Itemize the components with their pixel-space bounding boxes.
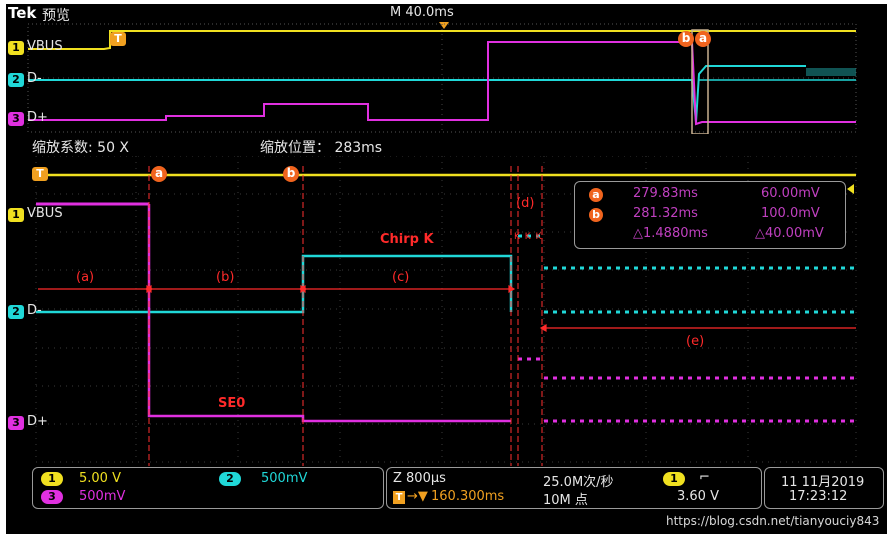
readout-b-volt: 100.0mV [761,206,820,221]
main-cursor-a-badge[interactable]: a [151,166,167,182]
footer-ch3-scale: 500mV [79,489,126,504]
overview-trigger-badge[interactable]: T [110,32,126,46]
main-ch3-burst [518,357,856,423]
annotation-k-marks: K K K [514,232,543,242]
footer-ch1-badge: 1 [41,472,63,486]
trigger-slope-icon: ⌐ [699,470,710,485]
overview-ch1-label: VBUS [27,39,63,54]
annotation-d: (d) [516,196,535,211]
zoom-factor-label: 缩放系数: 50 X [32,140,130,156]
footer-ch2-scale: 500mV [261,471,308,486]
overview-cursor-a-badge[interactable]: a [695,31,711,47]
readout-cursor-a-badge: a [589,188,603,202]
channel-scale-panel[interactable]: 1 5.00 V 2 500mV 3 500mV [32,467,384,509]
trigger-offset-arrow: →▼ [407,489,428,504]
cursor-readout-panel[interactable]: a 279.83ms 60.00mV b 281.32ms 100.0mV △1… [574,181,846,249]
readout-b-time: 281.32ms [633,206,698,221]
annotation-b: (b) [216,270,235,285]
tek-logo: Tek [8,4,37,22]
annotation-chirp-k: Chirp K [380,232,434,247]
interval-arrows [38,284,856,333]
footer-ch3-badge: 3 [41,490,63,504]
time-position-label: M 40.0ms [390,5,454,20]
readout-delta-time: △1.4880ms [633,226,708,241]
overview-ch2-trace [28,65,806,123]
annotation-se0: SE0 [218,396,246,411]
record-length: 10M 点 [543,493,588,508]
trigger-offset: 160.300ms [431,489,505,504]
trigger-offset-icon: T [393,491,405,504]
overview-ch2-label: D- [27,71,42,86]
main-ch2-trace [36,254,513,314]
overview-ch1-badge[interactable]: 1 [8,41,24,55]
readout-a-volt: 60.00mV [761,186,820,201]
trigger-channel-badge: 1 [663,472,685,486]
trigger-level-marker[interactable] [847,184,854,194]
watermark: https://blog.csdn.net/tianyouciy843 [666,514,880,528]
zoom-scale: Z 800μs [393,471,446,486]
zoom-position-label: 缩放位置： 283ms [260,140,383,156]
trigger-level: 3.60 V [677,489,719,504]
main-ch3-badge[interactable]: 3 [8,416,24,430]
main-trigger-badge[interactable]: T [32,167,48,181]
timebase-panel[interactable]: Z 800μs T →▼ 160.300ms 25.0M次/秒 10M 点 1 … [386,467,762,509]
overview-waveform-svg [27,23,857,134]
overview-ch3-badge[interactable]: 3 [8,112,24,126]
readout-delta-volt: △40.00mV [755,226,824,241]
footer-ch2-badge: 2 [219,472,241,486]
datetime-panel: 11 11月2019 17:23:12 [764,467,884,509]
annotation-c: (c) [392,270,410,285]
overview-ch2-badge[interactable]: 2 [8,73,24,87]
oscilloscope-display: Tek 预览 M 40.0ms T b a 1 VBUS 2 D- 3 D+ 缩… [6,4,887,534]
annotation-e: (e) [686,334,705,349]
annotation-a: (a) [76,270,95,285]
readout-a-time: 279.83ms [633,186,698,201]
footer-ch1-scale: 5.00 V [79,471,121,486]
overview-cursor-b-badge[interactable]: b [678,31,694,47]
main-ch3-label: D+ [27,414,48,429]
sample-rate: 25.0M次/秒 [543,475,614,490]
overview-ch2-burst [806,68,856,76]
main-ch1-label: VBUS [27,206,63,221]
overview-grid [27,23,857,133]
main-ch1-badge[interactable]: 1 [8,208,24,222]
main-ch2-label: D- [27,303,42,318]
main-ch2-badge[interactable]: 2 [8,305,24,319]
date-label: 11 11月2019 [781,475,865,490]
time-label: 17:23:12 [789,489,848,504]
overview-ch3-label: D+ [27,110,48,125]
readout-cursor-b-badge: b [589,208,603,222]
main-cursor-b-badge[interactable]: b [283,166,299,182]
